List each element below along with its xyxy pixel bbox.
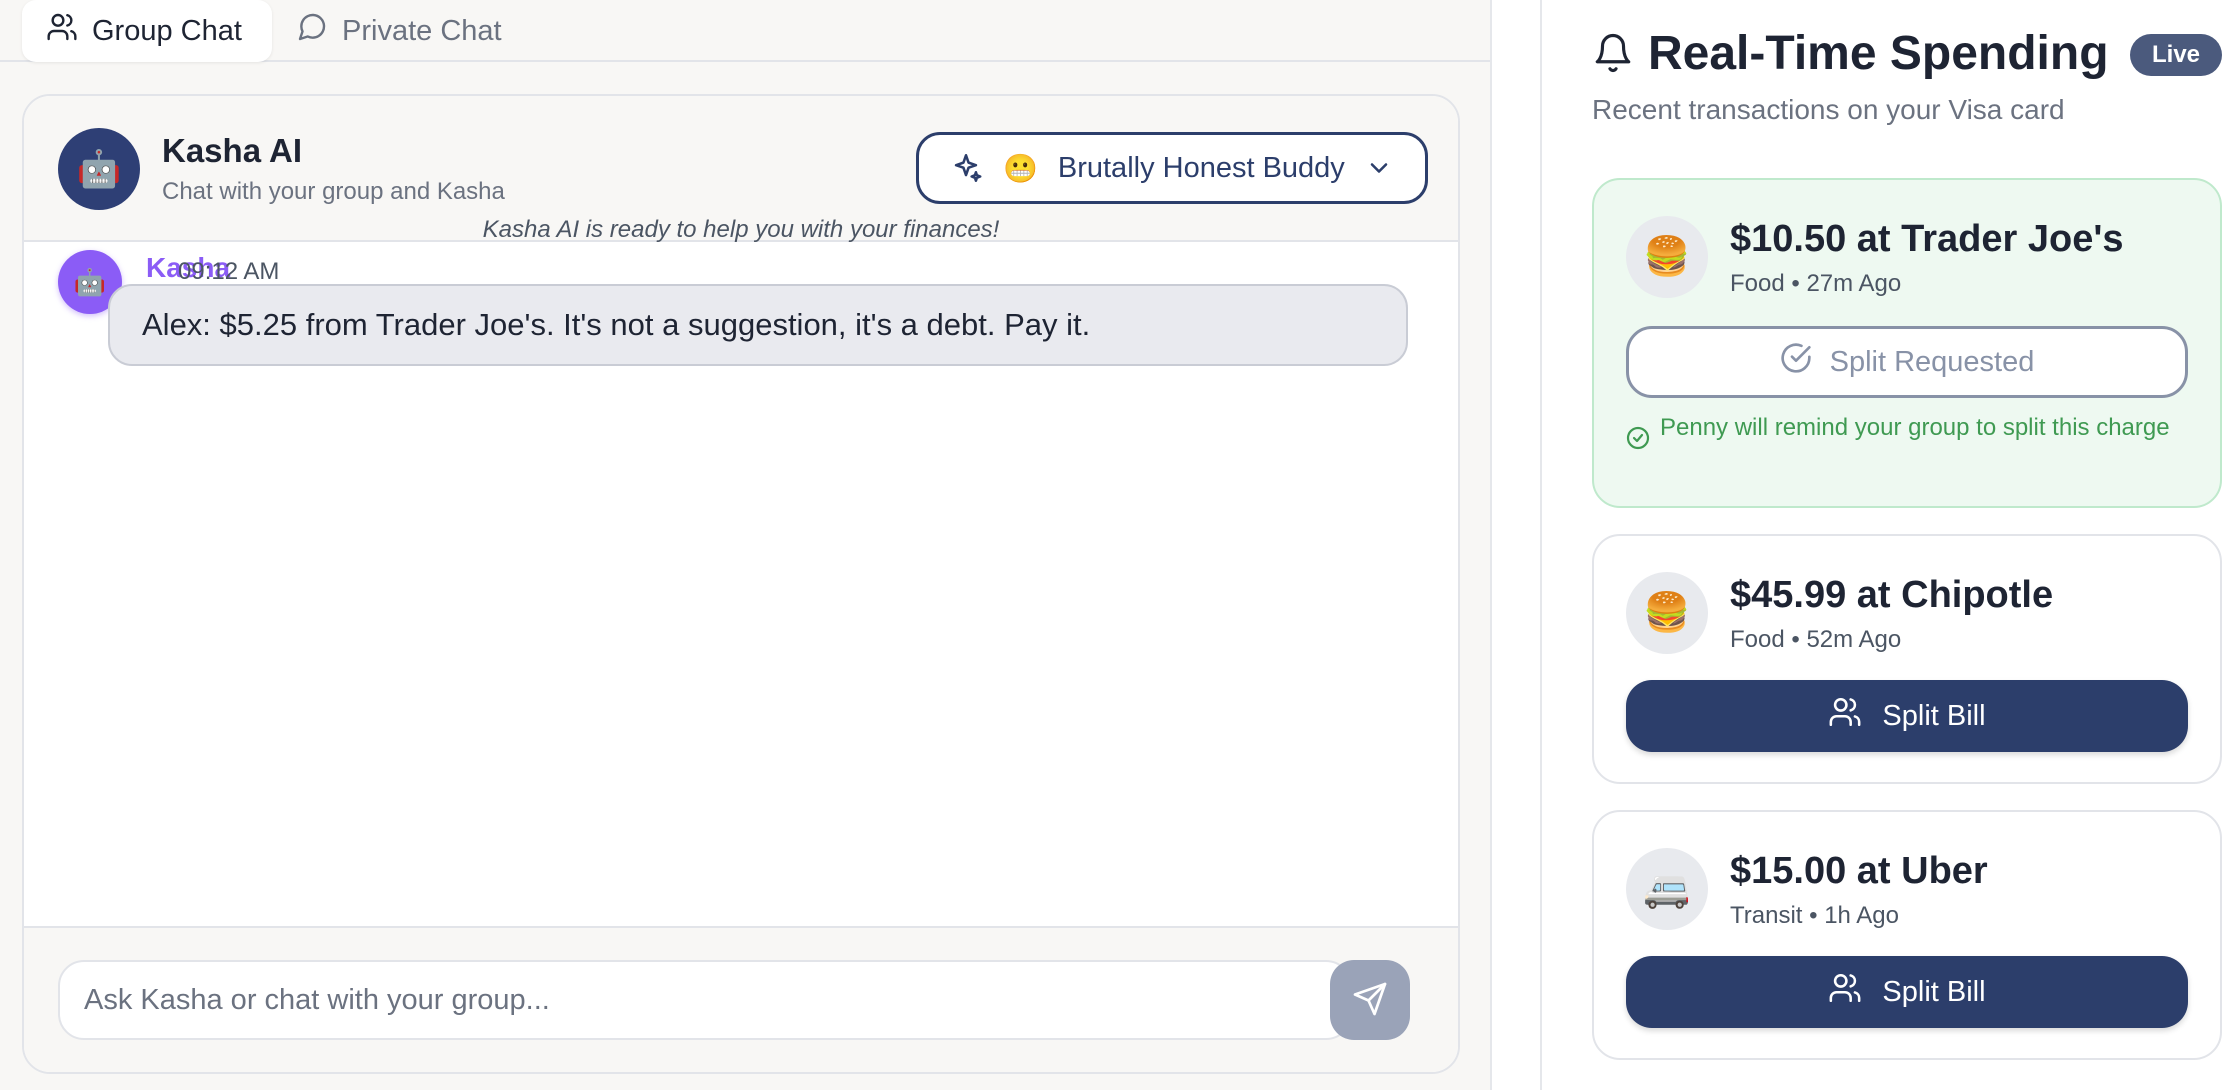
transaction-card: 🍔 $10.50 at Trader Joe's Food • 27m Ago … xyxy=(1592,178,2222,508)
bell-icon xyxy=(1592,32,1634,74)
chat-tabs: Group Chat Private Chat xyxy=(0,0,1490,62)
transaction-meta: Food • 27m Ago xyxy=(1730,270,1902,297)
robot-icon: 🤖 xyxy=(58,128,140,210)
persona-emoji: 😬 xyxy=(1003,152,1038,184)
chat-subtitle: Chat with your group and Kasha xyxy=(162,178,505,205)
tab-label: Private Chat xyxy=(342,14,502,47)
chat-card: 🤖 Kasha AI Chat with your group and Kash… xyxy=(22,94,1460,1074)
transaction-card: 🚐 $15.00 at Uber Transit • 1h Ago Split … xyxy=(1592,810,2222,1060)
chat-title: Kasha AI xyxy=(162,132,302,169)
reminder-note: Penny will remind your group to split th… xyxy=(1626,412,2186,459)
persona-dropdown[interactable]: 😬 Brutally Honest Buddy xyxy=(916,132,1428,204)
spending-subtitle: Recent transactions on your Visa card xyxy=(1592,94,2065,125)
chat-input[interactable] xyxy=(58,960,1352,1040)
send-button[interactable] xyxy=(1330,960,1410,1040)
burger-icon: 🍔 xyxy=(1626,216,1708,298)
split-bill-button[interactable]: Split Bill xyxy=(1626,956,2188,1028)
transaction-title: $15.00 at Uber xyxy=(1730,850,1988,892)
chat-panel: Group Chat Private Chat 🤖 Kasha AI Chat … xyxy=(0,0,1492,1090)
chat-composer xyxy=(24,926,1458,1072)
split-requested-label: Split Requested xyxy=(1829,345,2035,378)
split-bill-label: Split Bill xyxy=(1882,975,1986,1008)
transaction-title: $10.50 at Trader Joe's xyxy=(1730,218,2124,260)
tab-private-chat[interactable]: Private Chat xyxy=(272,0,526,62)
transaction-title: $45.99 at Chipotle xyxy=(1730,574,2054,616)
check-circle-icon xyxy=(1626,412,1650,459)
minibus-icon: 🚐 xyxy=(1626,848,1708,930)
transaction-meta: Food • 52m Ago xyxy=(1730,626,1902,653)
chevron-down-icon xyxy=(1365,154,1393,182)
burger-icon: 🍔 xyxy=(1626,572,1708,654)
tab-group-chat[interactable]: Group Chat xyxy=(22,0,272,62)
split-bill-button[interactable]: Split Bill xyxy=(1626,680,2188,752)
message-circle-icon xyxy=(296,11,328,51)
split-bill-label: Split Bill xyxy=(1882,699,1986,732)
transaction-meta: Transit • 1h Ago xyxy=(1730,902,1899,929)
check-circle-icon xyxy=(1780,342,1812,382)
send-icon xyxy=(1352,981,1388,1020)
live-badge: Live xyxy=(2130,34,2222,76)
spending-panel: Real-Time Spending Live Recent transacti… xyxy=(1540,0,2230,1090)
transaction-card: 🍔 $45.99 at Chipotle Food • 52m Ago Spli… xyxy=(1592,534,2222,784)
sparkles-icon xyxy=(949,151,983,185)
split-requested-button[interactable]: Split Requested xyxy=(1626,326,2188,398)
persona-label: Brutally Honest Buddy xyxy=(1057,151,1345,184)
spending-title: Real-Time Spending xyxy=(1648,27,2109,80)
message-bubble: Alex: $5.25 from Trader Joe's. It's not … xyxy=(108,284,1408,366)
system-note: Kasha AI is ready to help you with your … xyxy=(482,216,1000,243)
tab-label: Group Chat xyxy=(92,14,242,47)
message-time: 09:12 AM xyxy=(178,258,280,285)
users-icon xyxy=(46,11,78,51)
users-icon xyxy=(1828,971,1862,1013)
users-icon xyxy=(1828,695,1862,737)
reminder-text: Penny will remind your group to split th… xyxy=(1660,414,2170,441)
